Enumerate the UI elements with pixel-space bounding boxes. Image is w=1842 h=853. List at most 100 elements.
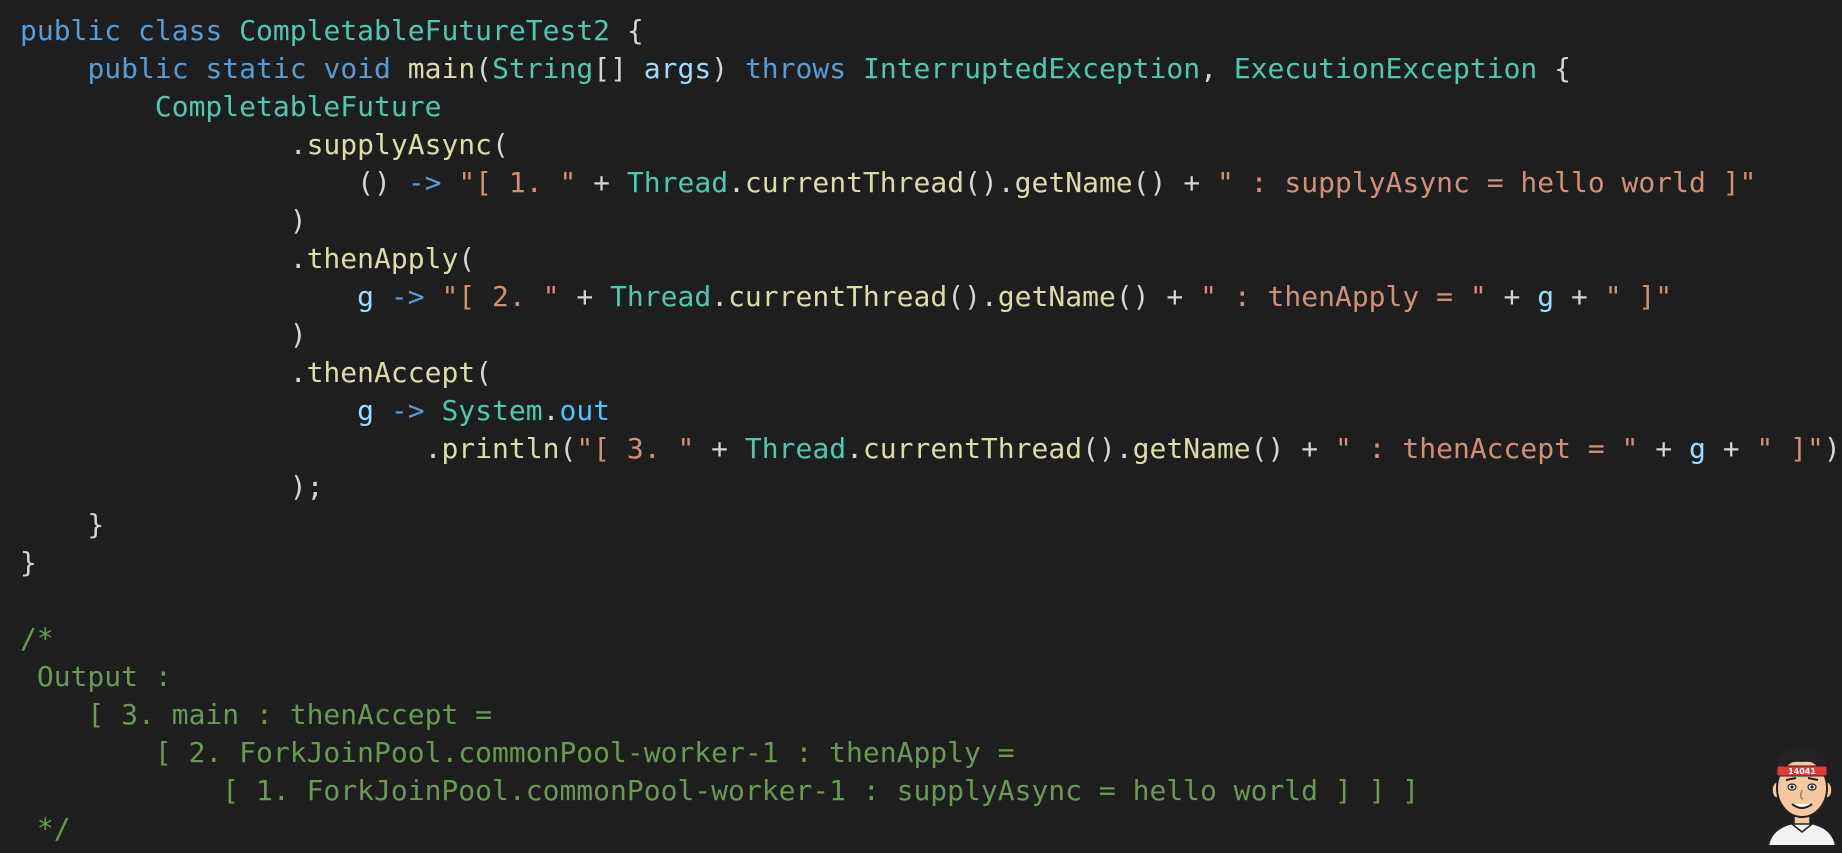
code-token: g	[357, 394, 375, 427]
code-token: Output :	[20, 660, 172, 693]
code-token: [ 3. main : thenAccept =	[20, 698, 493, 731]
code-token: "[ 2. "	[441, 280, 560, 313]
code-token: () +	[1250, 432, 1335, 465]
code-token: public	[20, 14, 122, 47]
code-line: );	[20, 468, 324, 506]
code-token: .	[20, 432, 442, 465]
code-line: .thenApply(	[20, 240, 475, 278]
code-token: ().	[1082, 432, 1133, 465]
code-token: " ]"	[1604, 280, 1673, 313]
code-token: " : thenApply = "	[1200, 280, 1487, 313]
code-token: String	[492, 52, 594, 85]
code-token: Thread	[610, 280, 712, 313]
headband-text: 14041	[1788, 767, 1816, 776]
code-token: .	[728, 166, 745, 199]
code-token: +	[1705, 432, 1757, 465]
code-token: CompletableFuture	[154, 90, 442, 123]
code-line: )	[20, 316, 307, 354]
code-token: () +	[1132, 166, 1217, 199]
code-token: (	[475, 52, 493, 85]
code-token: }	[20, 508, 105, 541]
code-token: currentThread	[862, 432, 1083, 465]
code-token: (	[492, 128, 509, 161]
code-token: println	[441, 432, 560, 465]
code-token: ()	[20, 166, 408, 199]
code-token: (	[475, 356, 493, 389]
code-token: thenAccept	[306, 356, 476, 389]
code-token: []	[593, 52, 644, 85]
code-token: "[ 1. "	[458, 166, 577, 199]
code-line: public static void main(String[] args) t…	[20, 50, 1571, 88]
code-token: ().	[964, 166, 1015, 199]
code-token: CompletableFutureTest2	[239, 14, 611, 47]
code-token: getName	[1014, 166, 1133, 199]
code-token: ->	[390, 394, 425, 427]
code-token: {	[1537, 52, 1571, 85]
code-token: Thread	[626, 166, 729, 199]
code-token: InterruptedException	[862, 52, 1201, 85]
code-line: )	[20, 202, 307, 240]
code-token: public	[87, 52, 189, 85]
code-line: [ 2. ForkJoinPool.commonPool-worker-1 : …	[20, 734, 1015, 772]
cartoon-avatar-icon: 14041	[1766, 746, 1838, 847]
code-token: currentThread	[744, 166, 965, 199]
code-token: currentThread	[728, 280, 948, 313]
code-token: +	[1486, 280, 1538, 313]
code-token: .	[20, 128, 307, 161]
code-token: ->	[390, 280, 425, 313]
code-line: .thenAccept(	[20, 354, 492, 392]
code-token: throws	[744, 52, 847, 85]
code-token: {	[610, 14, 644, 47]
code-token: .	[20, 356, 307, 389]
code-token: void	[323, 52, 391, 85]
code-line: [ 3. main : thenAccept =	[20, 696, 492, 734]
code-line: public class CompletableFutureTest2 {	[20, 12, 644, 50]
code-token: +	[559, 280, 611, 313]
code-line: [ 1. ForkJoinPool.commonPool-worker-1 : …	[20, 772, 1419, 810]
code-token: .	[542, 394, 560, 427]
code-token: out	[559, 394, 611, 427]
code-token: g	[1537, 280, 1555, 313]
code-token: )	[20, 204, 307, 237]
code-token: [ 2. ForkJoinPool.commonPool-worker-1 : …	[20, 736, 1015, 769]
code-token: g	[1688, 432, 1706, 465]
code-token: */	[20, 812, 71, 845]
code-line: /*	[20, 620, 54, 658]
code-line: g -> "[ 2. " + Thread.currentThread().ge…	[20, 278, 1672, 316]
code-token: getName	[997, 280, 1116, 313]
code-token: ().	[947, 280, 998, 313]
code-token: supplyAsync	[306, 128, 493, 161]
code-line: */	[20, 810, 71, 848]
code-token: " : thenAccept = "	[1334, 432, 1639, 465]
code-line: }	[20, 544, 37, 582]
code-token: main	[407, 52, 476, 85]
code-token: +	[1554, 280, 1605, 313]
code-line: g -> System.out	[20, 392, 610, 430]
code-token: class	[138, 14, 223, 47]
code-token: /*	[20, 622, 54, 655]
code-token: +	[694, 432, 745, 465]
code-line: }	[20, 506, 104, 544]
code-token: static	[205, 52, 307, 85]
code-token: args	[643, 52, 712, 85]
code-editor[interactable]: public class CompletableFutureTest2 { pu…	[0, 0, 1842, 848]
code-token: ExecutionException	[1233, 52, 1538, 85]
code-token: " : supplyAsync = hello world ]"	[1216, 166, 1757, 199]
code-token: () +	[1115, 280, 1201, 313]
code-token: .	[846, 432, 863, 465]
code-line: () -> "[ 1. " + Thread.currentThread().g…	[20, 164, 1756, 202]
code-token: )	[20, 318, 307, 351]
code-token: (	[458, 242, 476, 275]
code-token: );	[20, 470, 324, 503]
code-token: ,	[1200, 52, 1234, 85]
